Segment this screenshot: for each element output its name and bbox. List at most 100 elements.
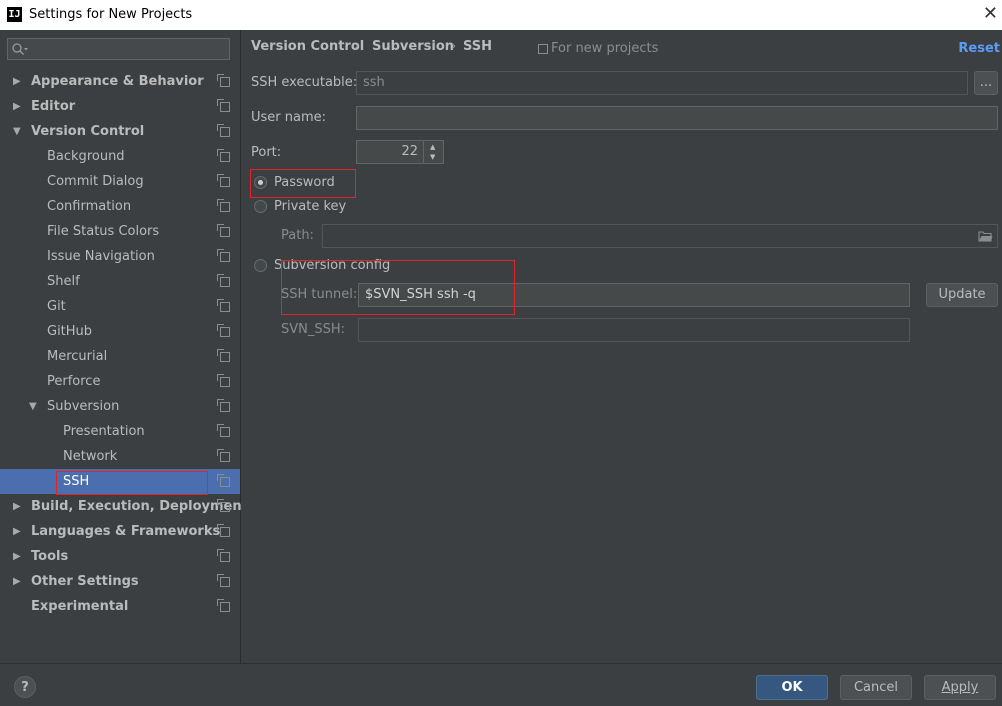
spinner-up-icon[interactable]: ▲ (430, 143, 435, 151)
tree-item-label: Appearance & Behavior (31, 74, 204, 89)
breadcrumb-separator: › (354, 39, 360, 54)
folder-icon[interactable] (978, 230, 993, 242)
project-settings-icon (217, 574, 230, 587)
private-key-radio[interactable] (254, 200, 267, 213)
project-settings-icon (217, 224, 230, 237)
title-bar: IJ Settings for New Projects ✕ (0, 0, 1002, 30)
update-button[interactable]: Update (926, 283, 998, 307)
path-field[interactable] (322, 224, 998, 248)
breadcrumb-separator: › (451, 39, 457, 54)
user-name-field[interactable] (356, 106, 998, 130)
tree-item-presentation[interactable]: Presentation (0, 419, 240, 444)
project-settings-icon (217, 499, 230, 512)
window-title: Settings for New Projects (29, 7, 193, 22)
tree-item-languages-frameworks[interactable]: ▶ Languages & Frameworks (0, 519, 240, 544)
breadcrumb-subversion[interactable]: Subversion (372, 39, 454, 54)
project-settings-icon (217, 274, 230, 287)
tree-item-other-settings[interactable]: ▶ Other Settings (0, 569, 240, 594)
ssh-executable-label: SSH executable: (251, 75, 358, 90)
expanded-arrow-icon[interactable]: ▼ (13, 119, 21, 144)
project-settings-icon (217, 549, 230, 562)
svn-ssh-field[interactable] (358, 318, 910, 342)
tree-item-shelf[interactable]: Shelf (0, 269, 240, 294)
port-label: Port: (251, 145, 282, 160)
ssh-executable-field[interactable]: ssh (356, 71, 968, 95)
tree-item-experimental[interactable]: Experimental (0, 594, 240, 619)
tree-item-label: Build, Execution, Deployment (31, 499, 248, 514)
close-icon[interactable]: ✕ (983, 3, 998, 24)
project-settings-icon (217, 74, 230, 87)
tree-item-label: File Status Colors (47, 224, 160, 239)
project-settings-icon (217, 399, 230, 412)
project-settings-icon (217, 324, 230, 337)
tree-item-label: Tools (31, 549, 69, 564)
password-radio[interactable] (254, 176, 267, 189)
tree-item-mercurial[interactable]: Mercurial (0, 344, 240, 369)
for-new-projects-note: For new projects (551, 41, 659, 56)
tree-item-label: Other Settings (31, 574, 139, 589)
search-input[interactable] (7, 38, 230, 60)
subversion-config-radio[interactable] (254, 259, 267, 272)
tree-item-commit-dialog[interactable]: Commit Dialog (0, 169, 240, 194)
tree-item-label: Confirmation (47, 199, 132, 214)
private-key-label: Private key (274, 199, 347, 214)
user-name-label: User name: (251, 110, 327, 125)
tree-item-background[interactable]: Background (0, 144, 240, 169)
project-settings-icon (217, 474, 230, 487)
tree-item-label: Subversion (47, 399, 120, 414)
tree-item-build-execution-deployment[interactable]: ▶ Build, Execution, Deployment (0, 494, 248, 519)
collapsed-arrow-icon[interactable]: ▶ (13, 69, 21, 94)
password-label: Password (274, 175, 335, 190)
help-button[interactable]: ? (14, 676, 36, 698)
tree-item-appearance-behavior[interactable]: ▶ Appearance & Behavior (0, 69, 240, 94)
port-field[interactable]: 22 (356, 140, 424, 164)
tree-item-label: Version Control (31, 124, 145, 139)
spinner-down-icon[interactable]: ▼ (430, 153, 435, 161)
apply-button[interactable]: Apply (924, 675, 996, 700)
ssh-tunnel-field[interactable]: $SVN_SSH ssh -q (358, 283, 910, 307)
cancel-button[interactable]: Cancel (840, 675, 912, 700)
reset-link[interactable]: Reset (958, 41, 1000, 56)
tree-item-label: SSH (63, 474, 90, 489)
tree-item-perforce[interactable]: Perforce (0, 369, 240, 394)
tree-item-confirmation[interactable]: Confirmation (0, 194, 240, 219)
tree-item-label: Network (63, 449, 118, 464)
project-settings-icon (217, 174, 230, 187)
tree-item-tools[interactable]: ▶ Tools (0, 544, 240, 569)
path-label: Path: (281, 228, 314, 243)
tree-item-git[interactable]: Git (0, 294, 240, 319)
copy-icon (538, 44, 548, 54)
tree-item-subversion[interactable]: ▼ Subversion (0, 394, 240, 419)
settings-sidebar: ▶ Appearance & Behavior ▶ Editor ▼ Version Co… (0, 30, 248, 663)
collapsed-arrow-icon[interactable]: ▶ (13, 544, 21, 569)
tree-item-file-status-colors[interactable]: File Status Colors (0, 219, 240, 244)
tree-item-label: GitHub (47, 324, 93, 339)
collapsed-arrow-icon[interactable]: ▶ (13, 569, 21, 594)
project-settings-icon (217, 524, 230, 537)
tree-item-editor[interactable]: ▶ Editor (0, 94, 240, 119)
tree-item-ssh[interactable]: SSH (0, 469, 240, 494)
tree-item-label: Languages & Frameworks (31, 524, 221, 539)
ok-button[interactable]: OK (756, 675, 828, 700)
tree-item-github[interactable]: GitHub (0, 319, 240, 344)
expanded-arrow-icon[interactable]: ▼ (29, 394, 37, 419)
tree-item-label: Mercurial (47, 349, 108, 364)
breadcrumb-ssh: SSH (463, 39, 493, 54)
breadcrumb-version-control[interactable]: Version Control (251, 39, 364, 54)
project-settings-icon (217, 424, 230, 437)
project-settings-icon (217, 199, 230, 212)
tree-item-issue-navigation[interactable]: Issue Navigation (0, 244, 240, 269)
tree-item-label: Issue Navigation (47, 249, 155, 264)
tree-item-network[interactable]: Network (0, 444, 240, 469)
port-stepper[interactable]: ▲ ▼ (424, 140, 444, 164)
tree-item-label: Shelf (47, 274, 80, 289)
project-settings-icon (217, 149, 230, 162)
ssh-tunnel-label: SSH tunnel: (281, 287, 358, 302)
collapsed-arrow-icon[interactable]: ▶ (13, 519, 21, 544)
svn-ssh-label: SVN_SSH: (281, 322, 346, 337)
collapsed-arrow-icon[interactable]: ▶ (13, 94, 21, 119)
browse-button[interactable]: ... (974, 71, 998, 95)
project-settings-icon (217, 299, 230, 312)
collapsed-arrow-icon[interactable]: ▶ (13, 494, 21, 519)
tree-item-version-control[interactable]: ▼ Version Control (0, 119, 240, 144)
